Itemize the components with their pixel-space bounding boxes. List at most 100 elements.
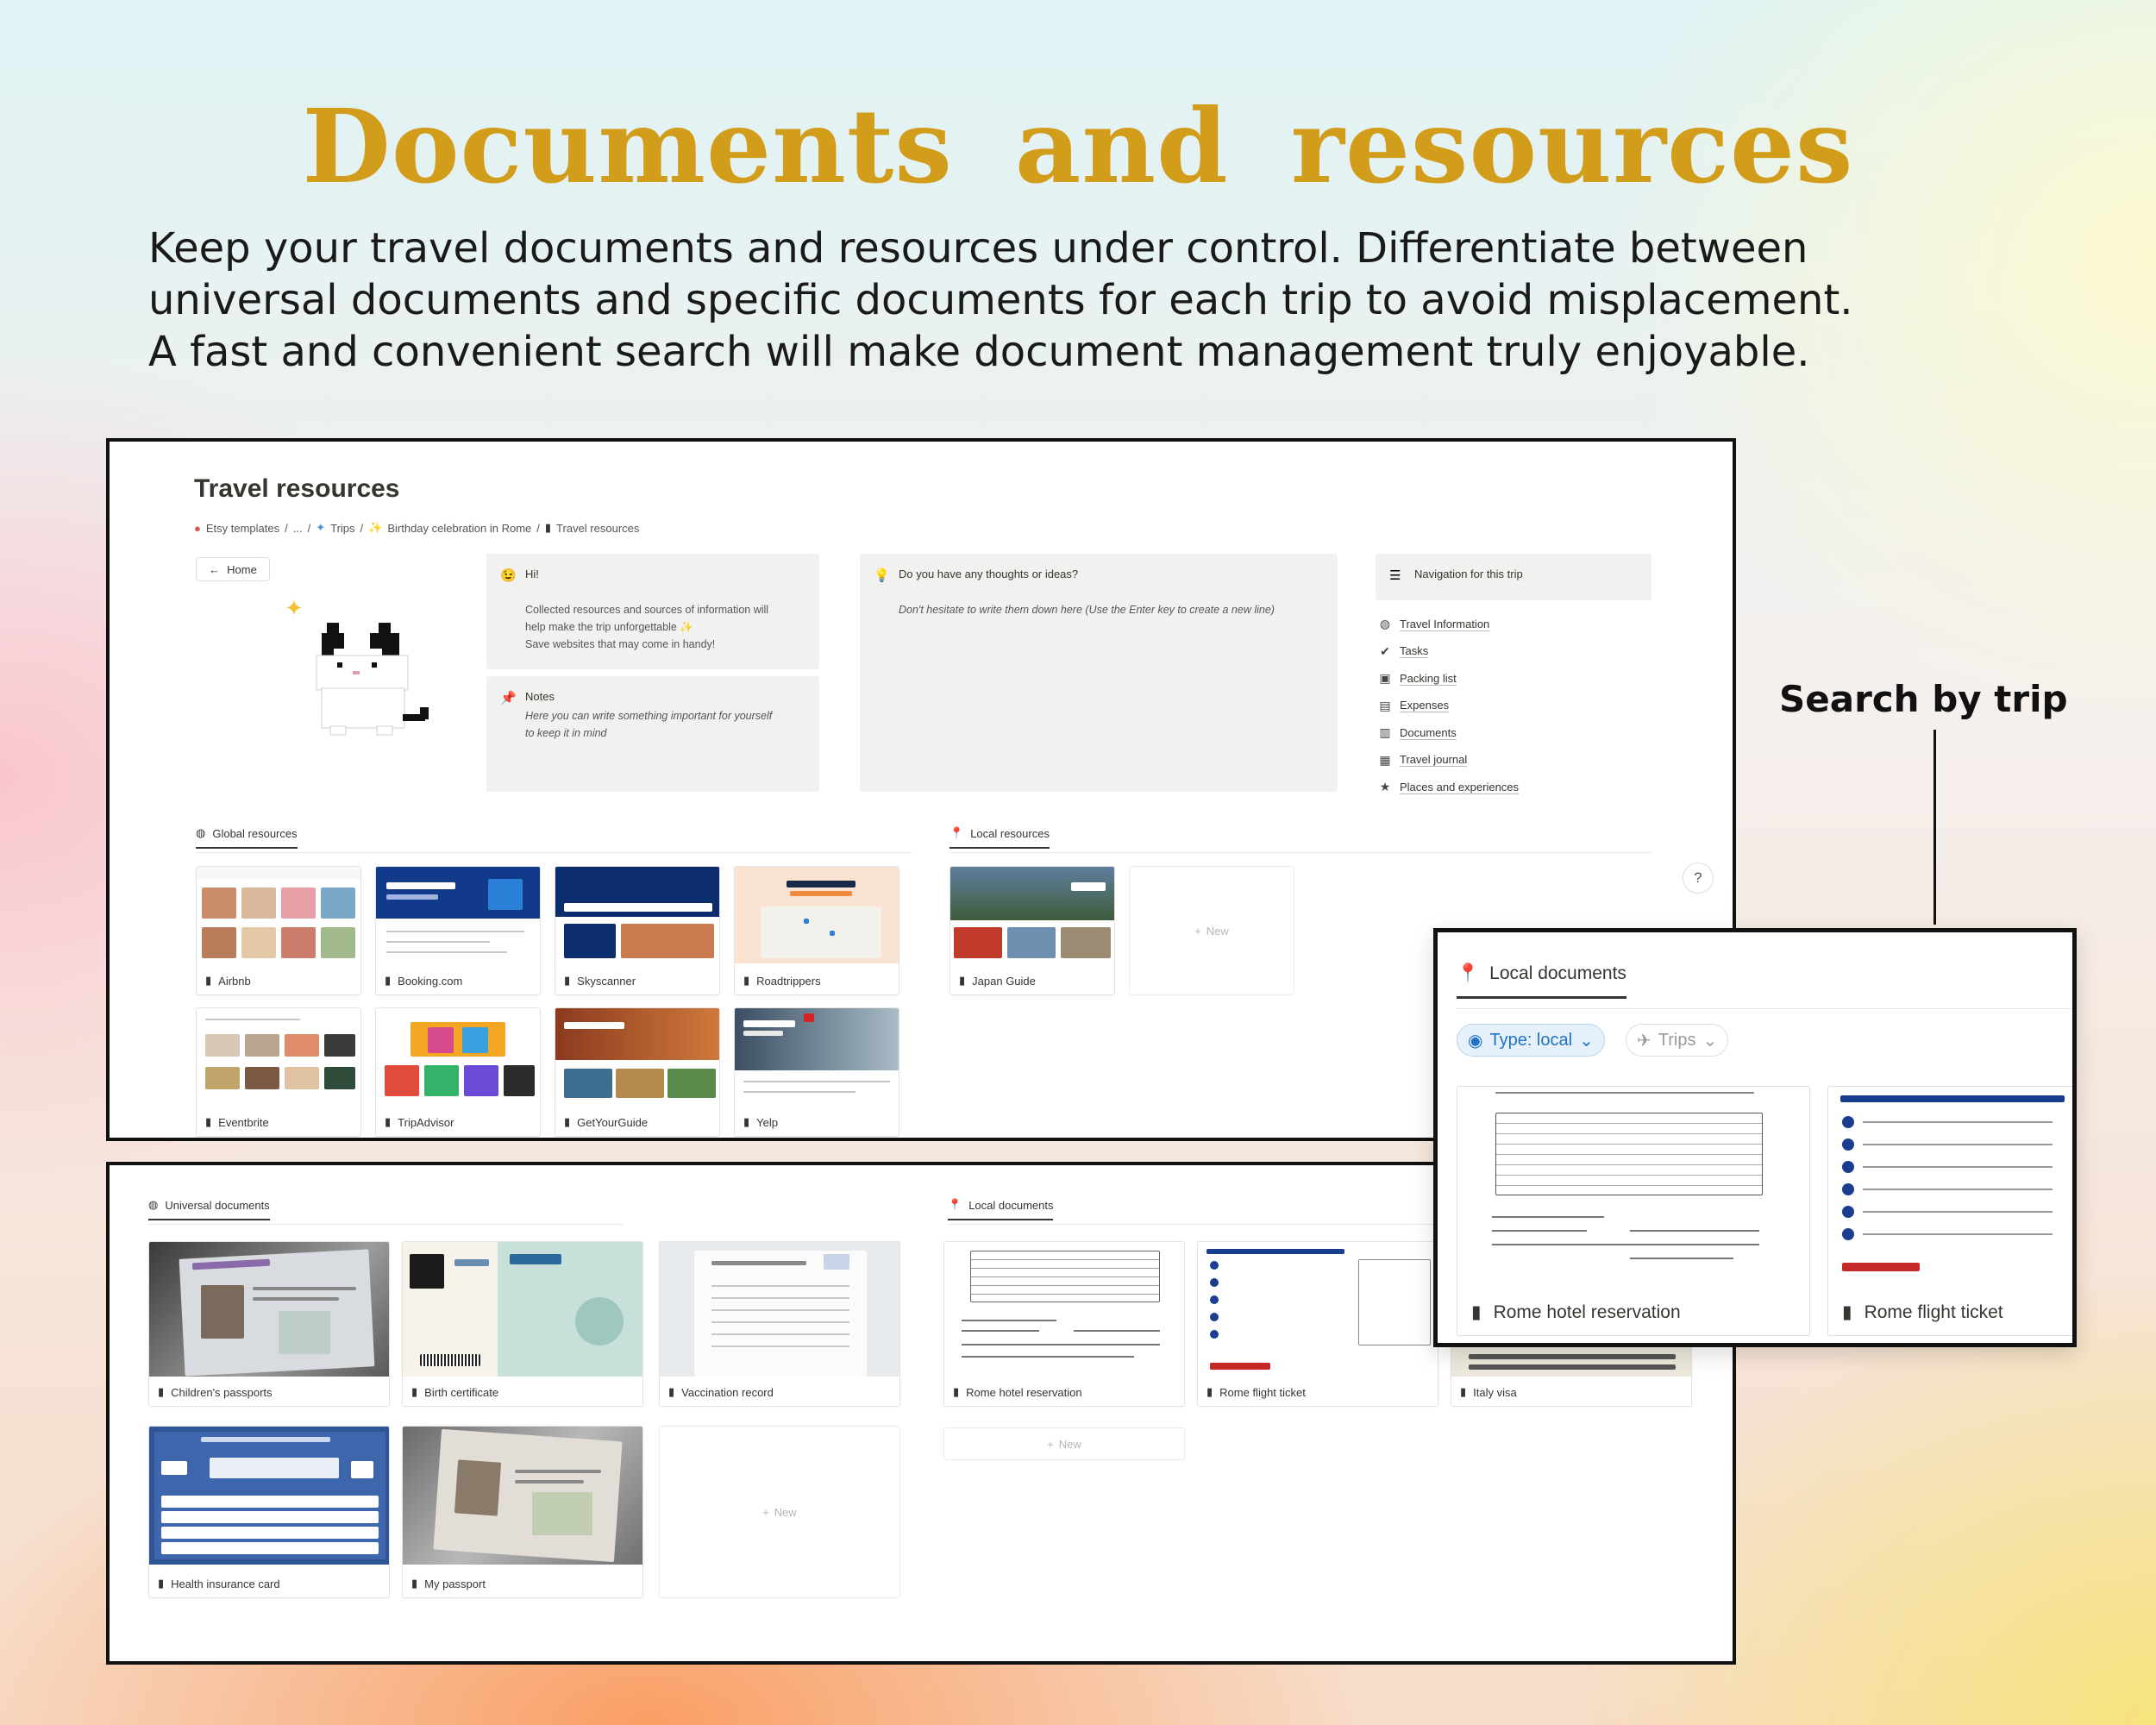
new-local-resource-button[interactable]: + New — [1129, 866, 1294, 995]
breadcrumb-item[interactable]: Etsy templates — [206, 522, 279, 535]
card-thumbnail — [376, 1008, 540, 1105]
card-label: Yelp — [756, 1115, 778, 1129]
notes-callout-line: Here you can write something important f… — [525, 710, 773, 722]
file-icon: ▮ — [953, 1385, 960, 1398]
plus-icon: + — [1194, 924, 1201, 938]
bookmark-icon: ▮ — [743, 1115, 750, 1128]
tab-local-documents-zoomed[interactable]: 📍 Local documents — [1457, 963, 1626, 999]
card-label: Rome flight ticket — [1219, 1385, 1306, 1399]
card-thumbnail — [735, 867, 899, 963]
section-divider — [950, 852, 1651, 853]
help-button[interactable]: ? — [1683, 862, 1714, 894]
navigation-title: Navigation for this trip — [1414, 568, 1523, 580]
card-label: Rome hotel reservation — [1493, 1302, 1681, 1322]
nav-item-packing-list[interactable]: ▣ Packing list — [1377, 665, 1519, 693]
card-thumbnail — [950, 867, 1114, 963]
document-card-rome-hotel-reservation-zoomed[interactable]: ▮ Rome hotel reservation — [1457, 1086, 1810, 1336]
nav-item-tasks[interactable]: ✔ Tasks — [1377, 638, 1519, 666]
resource-card-booking[interactable]: ▮ Booking.com — [375, 866, 541, 995]
smile-icon: 😉 — [500, 568, 517, 583]
home-button[interactable]: ← Home — [196, 557, 270, 581]
hi-callout-line: Collected resources and sources of infor… — [525, 604, 769, 616]
document-card-health-insurance-card[interactable]: ▮ Health insurance card — [148, 1426, 390, 1598]
card-label: Booking.com — [398, 974, 463, 988]
type-filter-chip[interactable]: ◉ Type: local ⌄ — [1457, 1024, 1605, 1057]
section-divider — [1457, 1008, 2072, 1009]
document-card-rome-hotel-reservation[interactable]: ▮ Rome hotel reservation — [943, 1241, 1185, 1407]
menu-icon: ☰ — [1389, 568, 1401, 583]
breadcrumb-item[interactable]: Birthday celebration in Rome — [387, 522, 531, 535]
hi-callout[interactable]: 😉 Hi! Collected resources and sources of… — [486, 554, 819, 669]
card-thumbnail — [197, 1008, 360, 1105]
hero-subtitle-line: universal documents and specific documen… — [148, 276, 1853, 324]
nav-item-places-and-experiences[interactable]: ★ Places and experiences — [1377, 774, 1520, 801]
card-label: Japan Guide — [972, 974, 1036, 988]
bookmark-icon: ▮ — [385, 974, 392, 987]
card-thumbnail — [735, 1008, 899, 1105]
document-card-childrens-passports[interactable]: ▮ Children's passports — [148, 1241, 390, 1407]
nav-item-travel-journal[interactable]: ▦ Travel journal — [1377, 747, 1519, 775]
document-card-rome-flight-ticket[interactable]: ▮ Rome flight ticket — [1197, 1241, 1438, 1407]
card-label: Skyscanner — [577, 974, 636, 988]
resource-card-tripadvisor[interactable]: ▮ TripAdvisor — [375, 1007, 541, 1137]
notes-callout[interactable]: 📌 Notes Here you can write something imp… — [486, 676, 819, 792]
pin-icon: 📍 — [948, 1198, 962, 1211]
chevron-down-icon: ⌄ — [1579, 1031, 1594, 1051]
sparkle-page-icon: ✦ — [316, 521, 326, 534]
new-local-document-button[interactable]: + New — [943, 1427, 1185, 1460]
breadcrumb: ● Etsy templates / ... / ✦ Trips / ✨ Birthd… — [194, 521, 640, 535]
file-icon: ▮ — [1206, 1385, 1213, 1398]
resource-card-eventbrite[interactable]: ▮ Eventbrite — [196, 1007, 361, 1137]
hi-callout-title: Hi! — [525, 568, 539, 580]
resource-card-japan-guide[interactable]: ▮ Japan Guide — [950, 866, 1115, 995]
filter-circle-icon: ◉ — [1468, 1031, 1483, 1051]
tab-universal-documents[interactable]: ◍ Universal documents — [148, 1198, 270, 1220]
document-card-my-passport[interactable]: ▮ My passport — [402, 1426, 643, 1598]
breadcrumb-item[interactable]: ... — [293, 522, 303, 535]
resource-card-airbnb[interactable]: ▮ Airbnb — [196, 866, 361, 995]
resource-card-yelp[interactable]: ▮ Yelp — [734, 1007, 899, 1137]
file-icon: ▮ — [411, 1385, 418, 1398]
thoughts-callout[interactable]: 💡 Do you have any thoughts or ideas? Don… — [860, 554, 1338, 792]
nav-item-travel-information[interactable]: ◍ Travel Information — [1377, 611, 1519, 638]
document-card-birth-certificate[interactable]: ▮ Birth certificate — [402, 1241, 643, 1407]
trips-filter-chip[interactable]: ✈ Trips ⌄ — [1626, 1024, 1729, 1057]
bookmark-icon: ▮ — [743, 974, 750, 987]
pixel-cat-illustration — [316, 623, 429, 736]
resource-card-roadtrippers[interactable]: ▮ Roadtrippers — [734, 866, 899, 995]
tab-local-resources[interactable]: 📍 Local resources — [950, 826, 1050, 849]
pushpin-icon: 📌 — [500, 691, 517, 706]
bookmark-icon: ▮ — [385, 1115, 392, 1128]
etsy-page-icon: ● — [194, 521, 201, 535]
resource-card-skyscanner[interactable]: ▮ Skyscanner — [555, 866, 720, 995]
breadcrumb-item[interactable]: Travel resources — [556, 522, 639, 535]
nav-item-documents[interactable]: ▥ Documents — [1377, 719, 1519, 747]
chevron-down-icon: ⌄ — [1702, 1031, 1718, 1051]
new-universal-document-button[interactable]: + New — [659, 1426, 900, 1598]
card-label: Eventbrite — [218, 1115, 269, 1129]
bookmark-icon: ▮ — [205, 974, 212, 987]
document-card-vaccination-record[interactable]: ▮ Vaccination record — [659, 1241, 900, 1407]
sparkle-icon: ✦ — [285, 595, 304, 621]
nav-item-expenses[interactable]: ▤ Expenses — [1377, 693, 1519, 720]
star-icon: ★ — [1379, 780, 1391, 794]
lightbulb-icon: 💡 — [874, 568, 890, 583]
journal-icon: ▦ — [1379, 752, 1391, 767]
card-thumbnail — [555, 867, 719, 963]
globe-icon: ◍ — [196, 826, 206, 839]
bookmark-icon: ▮ — [564, 1115, 571, 1128]
tab-global-resources[interactable]: ◍ Global resources — [196, 826, 298, 849]
callout-connector-line — [1934, 730, 1936, 925]
notes-callout-title: Notes — [525, 690, 555, 703]
resource-card-getyourguide[interactable]: ▮ GetYourGuide — [555, 1007, 720, 1137]
tab-local-documents[interactable]: 📍 Local documents — [948, 1198, 1054, 1220]
card-thumbnail — [660, 1242, 899, 1377]
breadcrumb-item[interactable]: Trips — [330, 522, 354, 535]
bookmark-icon: ▮ — [959, 974, 966, 987]
notes-callout-line: to keep it in mind — [525, 727, 607, 739]
globe-icon: ◍ — [1379, 617, 1391, 631]
card-label: Roadtrippers — [756, 974, 821, 988]
document-card-rome-flight-ticket-zoomed[interactable]: ▮ Rome flight ticket — [1827, 1086, 2072, 1336]
plus-icon: + — [762, 1505, 769, 1519]
search-by-trip-label: Search by trip — [1779, 678, 2068, 720]
